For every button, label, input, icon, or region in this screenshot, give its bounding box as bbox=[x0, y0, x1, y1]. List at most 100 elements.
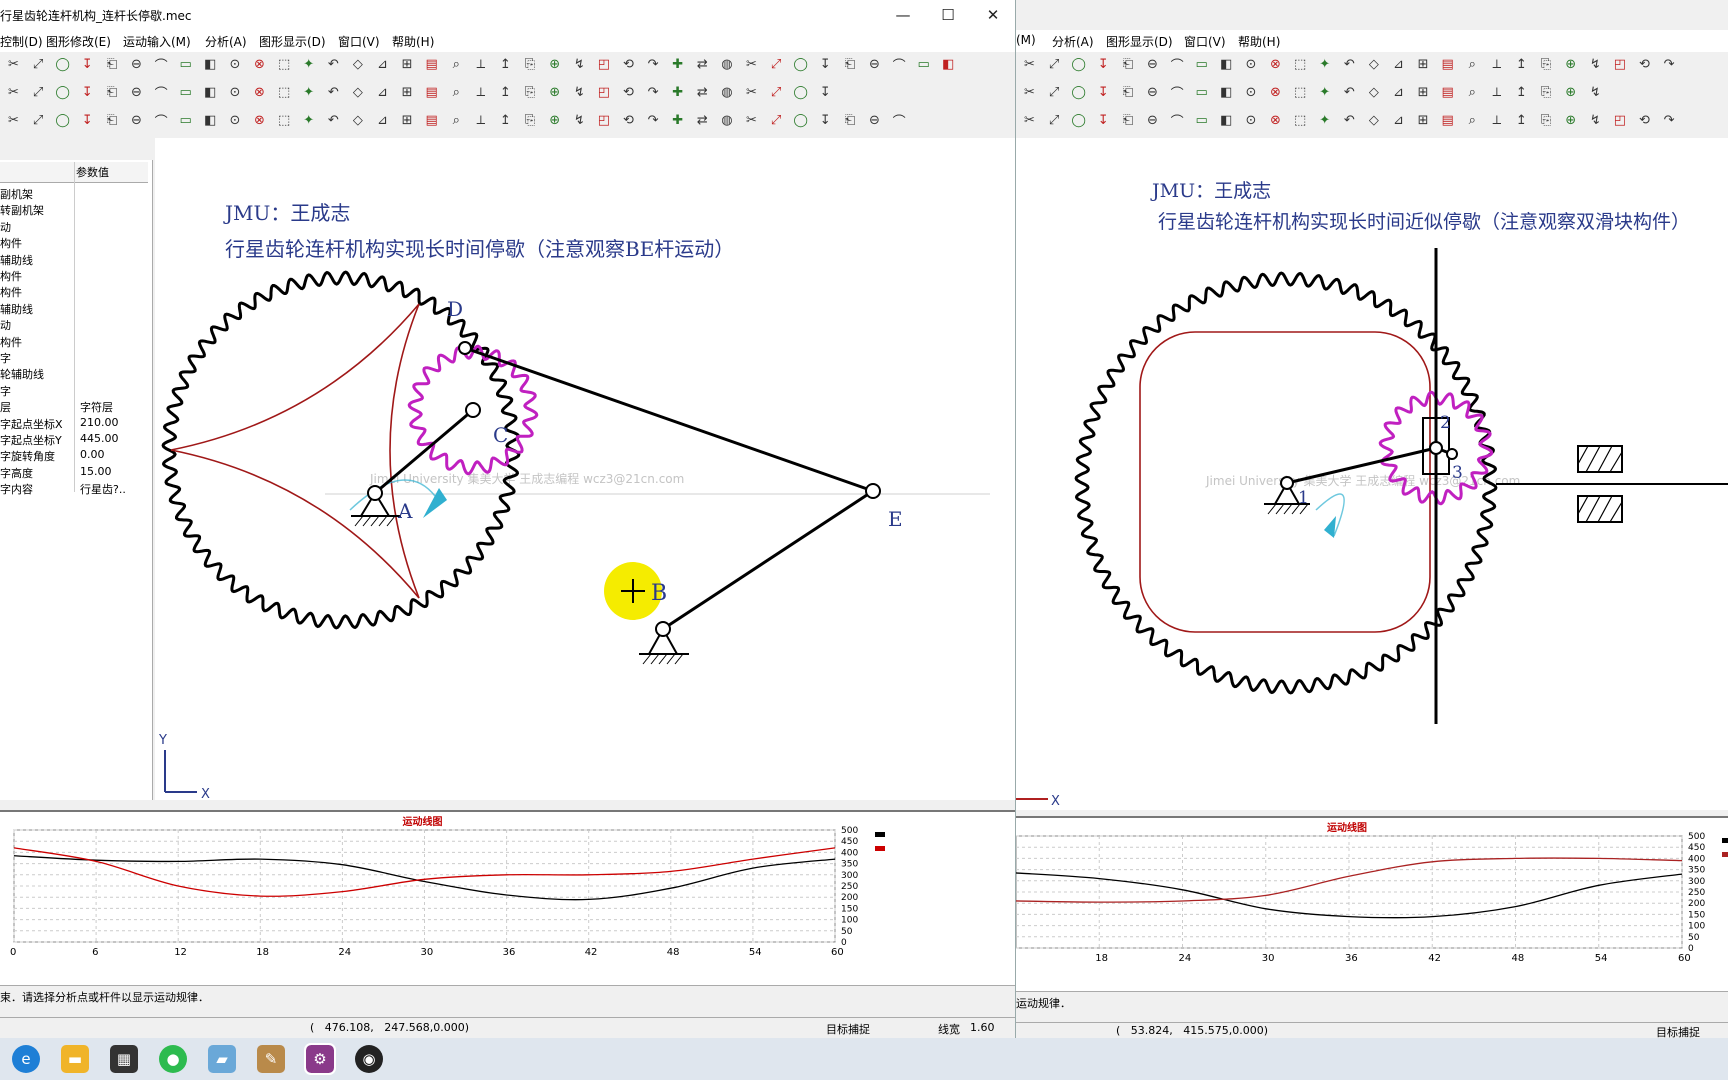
tool-9711-icon[interactable]: ◯ bbox=[53, 83, 72, 102]
tool-8862-icon[interactable]: ⊞ bbox=[398, 83, 417, 102]
tool-9711-icon[interactable]: ◯ bbox=[791, 83, 810, 102]
tool-8615-icon[interactable]: ↧ bbox=[1094, 83, 1113, 102]
tool-8630-icon[interactable]: ↶ bbox=[324, 83, 343, 102]
tool-8631-icon[interactable]: ↷ bbox=[1660, 55, 1679, 74]
minimize-button[interactable]: — bbox=[880, 0, 926, 30]
joint-B[interactable] bbox=[655, 621, 671, 637]
tool-9711-icon[interactable]: ◯ bbox=[791, 55, 810, 74]
tool-8615-icon[interactable]: ↧ bbox=[1094, 55, 1113, 74]
tool-8854-icon[interactable]: ⊖ bbox=[865, 111, 884, 130]
tool-9111-icon[interactable]: ⎗ bbox=[1118, 83, 1137, 102]
media-icon[interactable]: ◉ bbox=[355, 1045, 383, 1073]
tool-9703-icon[interactable]: ◧ bbox=[201, 83, 220, 102]
tool-8981-icon[interactable]: ⌕ bbox=[1463, 83, 1482, 102]
tool-9986-icon[interactable]: ✂ bbox=[1020, 111, 1039, 130]
tool-9711-icon[interactable]: ◯ bbox=[53, 55, 72, 74]
tool-8862-icon[interactable]: ⊞ bbox=[398, 111, 417, 130]
menu-display[interactable]: 图形显示(D) bbox=[259, 33, 326, 50]
tool-8854-icon[interactable]: ⊖ bbox=[127, 111, 146, 130]
app-icon[interactable]: ▰ bbox=[208, 1045, 236, 1073]
tool-9703-icon[interactable]: ◧ bbox=[201, 55, 220, 74]
tool-8854-icon[interactable]: ⊖ bbox=[127, 55, 146, 74]
tool-9712-icon[interactable]: ◰ bbox=[1610, 111, 1629, 130]
tool-9671-icon[interactable]: ◇ bbox=[348, 55, 367, 74]
tool-10226-icon[interactable]: ⟲ bbox=[619, 83, 638, 102]
tool-8978-icon[interactable]: ⌒ bbox=[1168, 55, 1187, 74]
tool-10022-icon[interactable]: ✦ bbox=[1315, 83, 1334, 102]
tool-10178-icon[interactable]: ⟂ bbox=[471, 55, 490, 74]
tool-10178-icon[interactable]: ⟂ bbox=[471, 83, 490, 102]
tool-8981-icon[interactable]: ⌕ bbox=[1463, 111, 1482, 130]
tool-8615-icon[interactable]: ↧ bbox=[78, 111, 97, 130]
tool-9703-icon[interactable]: ◧ bbox=[939, 55, 958, 74]
tool-9986-icon[interactable]: ✂ bbox=[742, 55, 761, 74]
tool-9645-icon[interactable]: ▭ bbox=[176, 83, 195, 102]
tool-9677-icon[interactable]: ◍ bbox=[717, 111, 736, 130]
tool-9645-icon[interactable]: ▭ bbox=[1192, 83, 1211, 102]
tool-8862-icon[interactable]: ⊞ bbox=[1414, 111, 1433, 130]
tool-8631-icon[interactable]: ↷ bbox=[644, 83, 663, 102]
tool-8615-icon[interactable]: ↧ bbox=[816, 83, 835, 102]
tool-9111-icon[interactable]: ⎗ bbox=[102, 83, 121, 102]
tool-8630-icon[interactable]: ↶ bbox=[1340, 83, 1359, 102]
tool-9645-icon[interactable]: ▭ bbox=[176, 55, 195, 74]
tool-8857-icon[interactable]: ⊙ bbox=[225, 111, 244, 130]
tool-8895-icon[interactable]: ⊿ bbox=[1389, 55, 1408, 74]
tool-8981-icon[interactable]: ⌕ bbox=[447, 83, 466, 102]
tool-8613-icon[interactable]: ↥ bbox=[1512, 55, 1531, 74]
tool-9703-icon[interactable]: ◧ bbox=[201, 111, 220, 130]
tool-8853-icon[interactable]: ⊕ bbox=[545, 55, 564, 74]
tool-10226-icon[interactable]: ⟲ bbox=[619, 111, 638, 130]
tool-9671-icon[interactable]: ◇ bbox=[1364, 83, 1383, 102]
mec-icon[interactable]: ⚙ bbox=[304, 1043, 336, 1075]
tool-9712-icon[interactable]: ◰ bbox=[594, 83, 613, 102]
tool-8857-icon[interactable]: ⊙ bbox=[1241, 55, 1260, 74]
tool-8623-icon[interactable]: ↯ bbox=[1586, 55, 1605, 74]
tool-10530-icon[interactable]: ⤢ bbox=[1045, 55, 1064, 74]
tool-10010-icon[interactable]: ✚ bbox=[668, 111, 687, 130]
tool-9636-icon[interactable]: ▤ bbox=[422, 55, 441, 74]
tool-9645-icon[interactable]: ▭ bbox=[1192, 55, 1211, 74]
tool-10010-icon[interactable]: ✚ bbox=[668, 55, 687, 74]
tool-9112-icon[interactable]: ⎘ bbox=[1537, 111, 1556, 130]
tool-9703-icon[interactable]: ◧ bbox=[1217, 83, 1236, 102]
tool-8978-icon[interactable]: ⌒ bbox=[890, 111, 909, 130]
tool-9111-icon[interactable]: ⎗ bbox=[840, 111, 859, 130]
tool-8623-icon[interactable]: ↯ bbox=[1586, 83, 1605, 102]
tool-11034-icon[interactable]: ⬚ bbox=[275, 83, 294, 102]
tool-8613-icon[interactable]: ↥ bbox=[496, 111, 515, 130]
tool-11034-icon[interactable]: ⬚ bbox=[1291, 83, 1310, 102]
tool-8854-icon[interactable]: ⊖ bbox=[865, 55, 884, 74]
tool-8978-icon[interactable]: ⌒ bbox=[152, 83, 171, 102]
tool-10010-icon[interactable]: ✚ bbox=[668, 83, 687, 102]
tool-8644-icon[interactable]: ⇄ bbox=[693, 111, 712, 130]
tool-9986-icon[interactable]: ✂ bbox=[742, 111, 761, 130]
tool-8853-icon[interactable]: ⊕ bbox=[545, 111, 564, 130]
tool-8854-icon[interactable]: ⊖ bbox=[1143, 111, 1162, 130]
tool-9986-icon[interactable]: ✂ bbox=[4, 83, 23, 102]
joint-E[interactable] bbox=[865, 483, 881, 499]
tool-10022-icon[interactable]: ✦ bbox=[299, 111, 318, 130]
tool-8615-icon[interactable]: ↧ bbox=[78, 83, 97, 102]
tool-9711-icon[interactable]: ◯ bbox=[1069, 111, 1088, 130]
tool-10530-icon[interactable]: ⤢ bbox=[29, 111, 48, 130]
tool-8615-icon[interactable]: ↧ bbox=[816, 111, 835, 130]
menu-window-right[interactable]: 窗口(V) bbox=[1184, 33, 1226, 50]
tool-10022-icon[interactable]: ✦ bbox=[1315, 55, 1334, 74]
tool-9986-icon[interactable]: ✂ bbox=[1020, 83, 1039, 102]
tool-9112-icon[interactable]: ⎘ bbox=[521, 55, 540, 74]
tool-8853-icon[interactable]: ⊕ bbox=[1561, 55, 1580, 74]
store-icon[interactable]: ▦ bbox=[110, 1045, 138, 1073]
tool-8978-icon[interactable]: ⌒ bbox=[1168, 83, 1187, 102]
tool-10226-icon[interactable]: ⟲ bbox=[619, 55, 638, 74]
tool-10530-icon[interactable]: ⤢ bbox=[767, 111, 786, 130]
tool-10530-icon[interactable]: ⤢ bbox=[29, 55, 48, 74]
wechat-icon[interactable]: ● bbox=[159, 1045, 187, 1073]
tool-8978-icon[interactable]: ⌒ bbox=[152, 111, 171, 130]
tool-8854-icon[interactable]: ⊖ bbox=[1143, 55, 1162, 74]
tool-9712-icon[interactable]: ◰ bbox=[1610, 55, 1629, 74]
menu-help[interactable]: 帮助(H) bbox=[392, 33, 434, 50]
tool-9711-icon[interactable]: ◯ bbox=[53, 111, 72, 130]
tool-8981-icon[interactable]: ⌕ bbox=[447, 111, 466, 130]
tool-9636-icon[interactable]: ▤ bbox=[1438, 111, 1457, 130]
